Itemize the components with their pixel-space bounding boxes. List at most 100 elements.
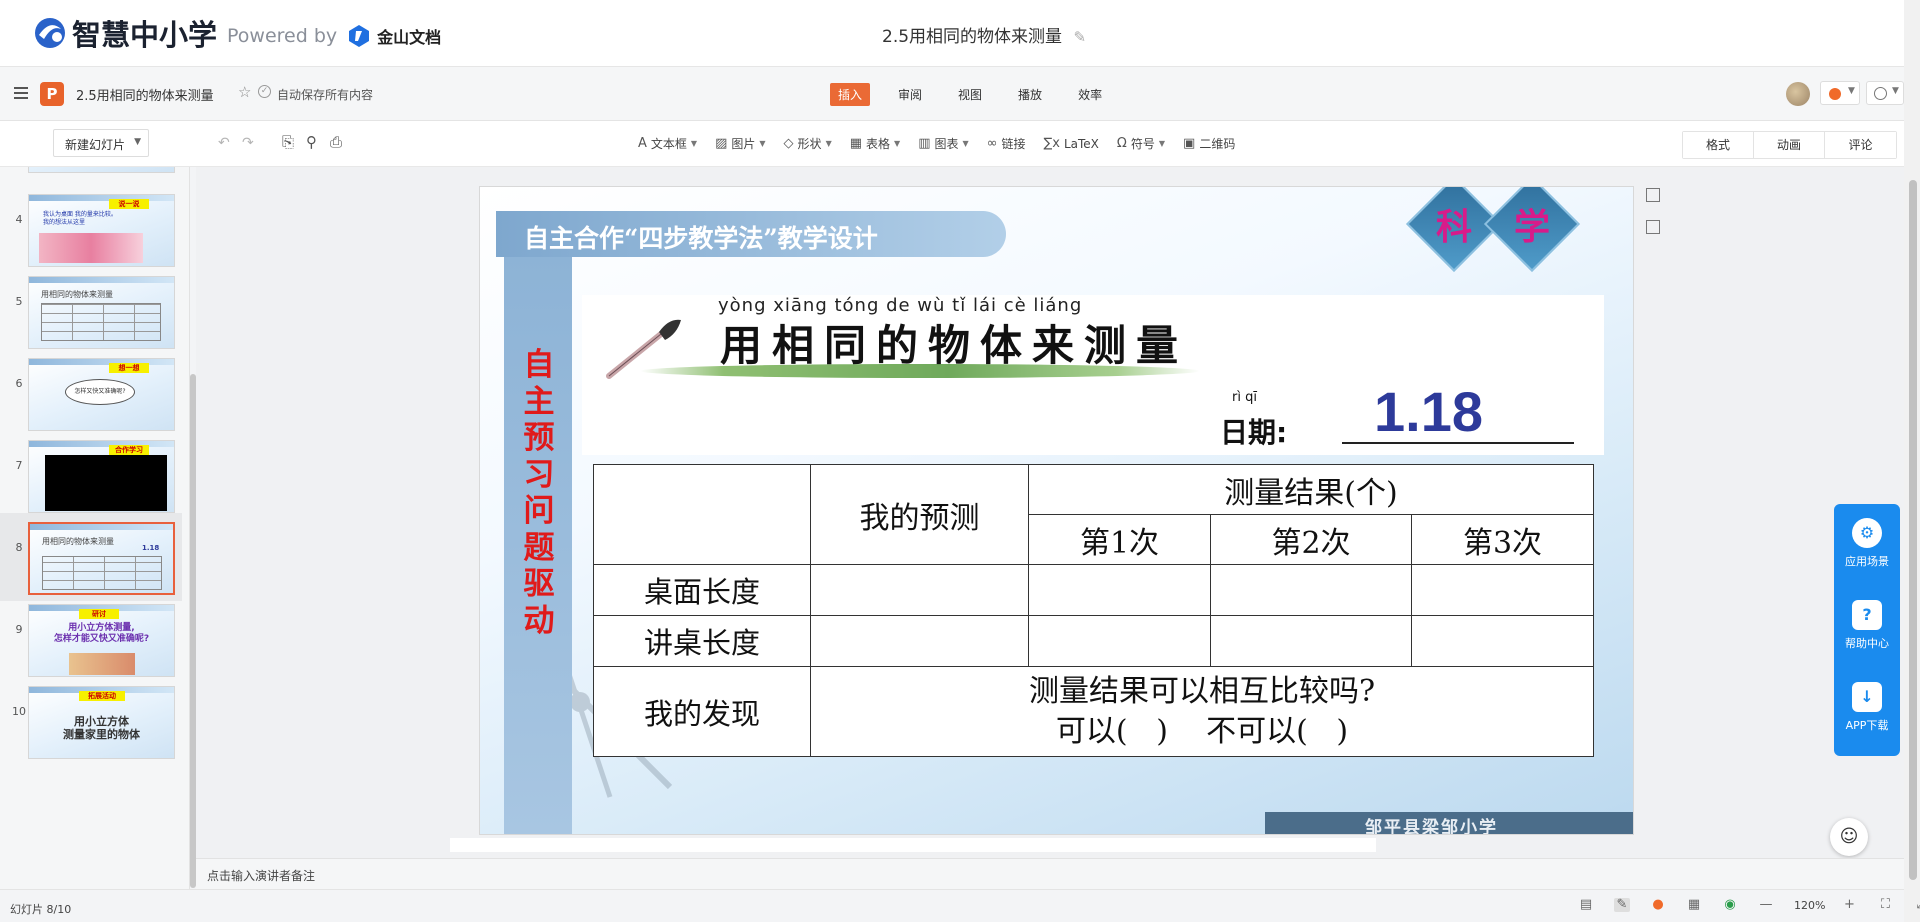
layout-icon[interactable] [1646, 188, 1660, 202]
slide-thumbnail[interactable]: 5 用相同的物体来测量 [0, 267, 182, 355]
table-cell[interactable] [1411, 564, 1594, 616]
slide-thumbnail[interactable]: 7 合作学习 [0, 431, 182, 519]
fullscreen-icon[interactable]: ⤢ [1913, 898, 1920, 912]
kingsoft-label: 金山文档 [377, 28, 442, 47]
table-cell[interactable] [810, 615, 1029, 667]
slide-thumbnail[interactable]: 6 想一想 怎样又快又准确呢? [0, 349, 182, 437]
star-icon[interactable]: ☆ [238, 83, 251, 101]
horizontal-scrollbar[interactable] [450, 838, 1376, 852]
slide-canvas[interactable]: 自主合作“四步教学法”教学设计 科 学 自主预习 问题驱动 yòng xiāng… [479, 186, 1634, 835]
header-trial-1[interactable]: 第1次 [1028, 514, 1211, 565]
fit-screen-icon[interactable]: ⛶ [1877, 898, 1893, 912]
row-label-desk[interactable]: 桌面长度 [593, 564, 811, 616]
shape-button[interactable]: ◇ 形状 ▼ [784, 135, 832, 152]
slide-preview: 合作学习 [28, 440, 175, 513]
table-cell[interactable] [1210, 564, 1412, 616]
redo-icon[interactable]: ↷ [242, 135, 254, 151]
table-cell[interactable] [1411, 615, 1594, 667]
proofread-icon[interactable]: ◉ [1722, 898, 1738, 912]
slide-title: 用相同的物体来测量 [720, 321, 1189, 370]
user-avatar[interactable] [1786, 82, 1810, 106]
notes-view-icon[interactable]: ▤ [1578, 898, 1594, 912]
menu-tab-view[interactable]: 视图 [950, 83, 990, 106]
zoom-in-icon[interactable]: + [1841, 898, 1857, 912]
slide-thumbnail[interactable] [0, 167, 182, 179]
table-cell[interactable] [810, 564, 1029, 616]
link-button[interactable]: ∞ 链接 [987, 135, 1026, 152]
speaker-notes-placeholder: 点击输入演讲者备注 [207, 869, 316, 883]
zoom-out-icon[interactable]: — [1758, 898, 1774, 912]
app-scene-icon: ⚙ [1852, 518, 1882, 548]
site-logo[interactable]: 智慧中小学 Powered by 金山文档 [30, 12, 441, 54]
table-cell[interactable] [1028, 615, 1211, 667]
textbox-button[interactable]: A 文本框 ▼ [638, 135, 697, 152]
window-scrollbar-thumb[interactable] [1909, 180, 1917, 880]
history-button[interactable]: ▼ [1866, 81, 1904, 105]
qrcode-button[interactable]: ▣ 二维码 [1183, 135, 1235, 152]
table-cell[interactable] [1210, 615, 1412, 667]
table-cell[interactable] [1028, 564, 1211, 616]
slide-thumbnail-panel: 4 说一说 我认为桌面 我的量来比较。 我的想法从这里 5 用相同的物体来测量 6… [0, 167, 190, 889]
app-download-button[interactable]: ↓ APP下载 [1834, 682, 1900, 733]
help-float-panel: ⚙ 应用场景 ? 帮助中心 ↓ APP下载 [1834, 504, 1900, 756]
side-slogan: 自主预习 问题驱动 [523, 347, 555, 639]
record-button[interactable]: ▼ [1820, 81, 1860, 105]
row-label-findings[interactable]: 我的发现 [593, 666, 811, 757]
table-corner-cell[interactable] [593, 464, 811, 565]
table-label: 表格 [866, 137, 891, 151]
image-label: 图片 [731, 137, 756, 151]
window-scrollbar[interactable] [1904, 0, 1920, 922]
zoom-level[interactable]: 120% [1794, 899, 1825, 912]
site-header: 智慧中小学 Powered by 金山文档 2.5用相同的物体来测量 ✎ [0, 0, 1920, 67]
slide-tag: 拓展活动 [79, 691, 125, 701]
slide-text-line: 怎样才能又快又准确呢? [53, 634, 150, 644]
app-scene-button[interactable]: ⚙ 应用场景 [1834, 518, 1900, 569]
latex-button[interactable]: ∑x LaTeX [1044, 135, 1099, 152]
slide-thumbnail[interactable]: 4 说一说 我认为桌面 我的量来比较。 我的想法从这里 [0, 185, 182, 273]
pencil-icon[interactable]: ✎ [1073, 28, 1086, 46]
tab-animation[interactable]: 动画 [1754, 132, 1825, 158]
image-button[interactable]: ▨ 图片 ▼ [715, 135, 765, 152]
hamburger-menu-icon[interactable] [14, 87, 28, 99]
tab-comment[interactable]: 评论 [1825, 132, 1896, 158]
slide-tag: 研讨 [79, 609, 119, 619]
header-results[interactable]: 测量结果(个) [1028, 464, 1594, 515]
header-prediction[interactable]: 我的预测 [810, 464, 1029, 565]
format-painter-icon[interactable]: ⎘ [282, 133, 294, 151]
slide-number: 5 [15, 295, 23, 308]
science-badge-text: 科 [1435, 206, 1472, 248]
header-trial-2[interactable]: 第2次 [1210, 514, 1412, 565]
new-slide-button[interactable]: 新建幻灯片 ▼ [53, 129, 149, 157]
slide-thumbnail[interactable]: 9 研讨 用小立方体测量, 怎样才能又快又准确呢? [0, 595, 182, 683]
date-underline [1342, 442, 1574, 444]
assistant-icon[interactable]: ☺ [1830, 818, 1868, 856]
print-icon[interactable]: ⎙ [330, 133, 342, 151]
slide-thumbnail[interactable]: 10 拓展活动 用小立方体 测量家里的物体 [0, 677, 182, 765]
menu-tab-insert[interactable]: 插入 [830, 83, 871, 106]
document-title[interactable]: 2.5用相同的物体来测量 ✎ [882, 22, 1086, 47]
slide-thumbnail-selected[interactable]: 8 用相同的物体来测量 1.18 [0, 513, 182, 601]
chart-label: 图表 [934, 137, 959, 151]
table-button[interactable]: ▦ 表格 ▼ [850, 135, 900, 152]
help-center-label: 帮助中心 [1845, 637, 1889, 650]
row-label-podium[interactable]: 讲桌长度 [593, 615, 811, 667]
symbol-button[interactable]: Ω 符号 ▼ [1117, 135, 1165, 152]
menu-tab-review[interactable]: 审阅 [890, 83, 930, 106]
menu-tab-efficiency[interactable]: 效率 [1070, 83, 1110, 106]
slide-text: 用小立方体 测量家里的物体 [29, 715, 174, 741]
undo-icon[interactable]: ↶ [218, 135, 230, 151]
help-center-button[interactable]: ? 帮助中心 [1834, 600, 1900, 651]
chart-button[interactable]: ▥ 图表 ▼ [918, 135, 968, 152]
background-icon[interactable] [1646, 220, 1660, 234]
draw-icon[interactable]: ✎ [1614, 898, 1630, 912]
tab-format[interactable]: 格式 [1683, 132, 1754, 158]
speaker-notes[interactable]: 点击输入演讲者备注 [196, 858, 1904, 889]
header-trial-3[interactable]: 第3次 [1411, 514, 1594, 565]
grid-view-icon[interactable]: ▦ [1686, 898, 1702, 912]
play-icon[interactable]: ● [1650, 898, 1666, 912]
search-icon[interactable]: ⚲ [306, 133, 317, 151]
slide-date: 1.18 [142, 544, 160, 552]
findings-cell[interactable]: 测量结果可以相互比较吗? 可以( ) 不可以( ) [810, 666, 1594, 757]
menu-tab-play[interactable]: 播放 [1010, 83, 1050, 106]
file-name[interactable]: 2.5用相同的物体来测量 [76, 85, 214, 104]
